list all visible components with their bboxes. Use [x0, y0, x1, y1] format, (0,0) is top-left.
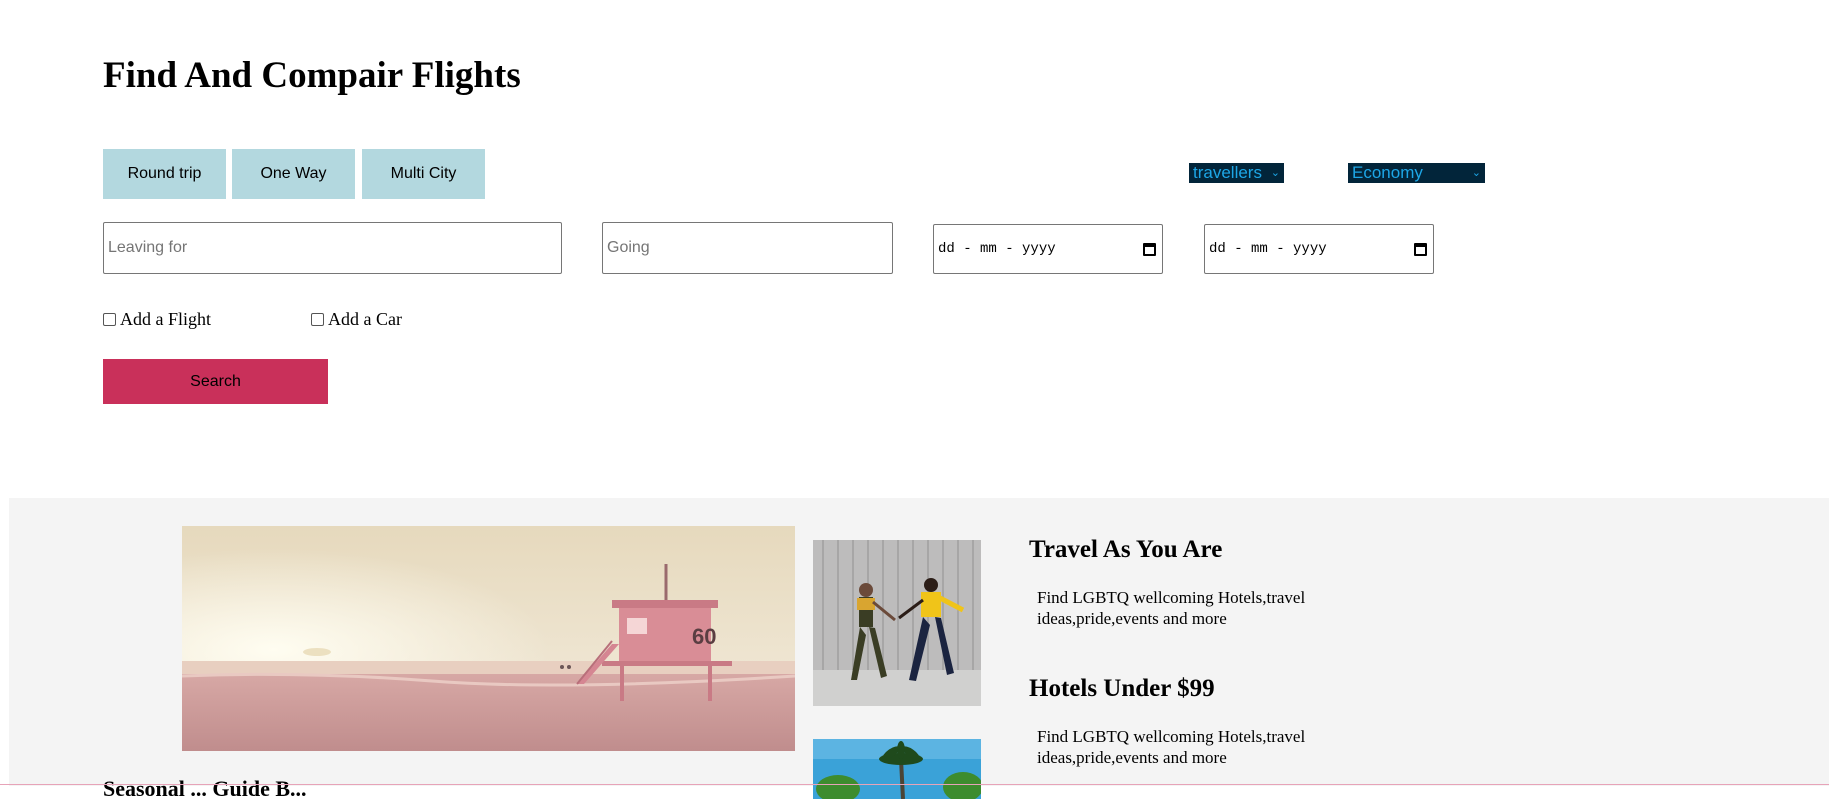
- add-flight-checkbox[interactable]: [103, 313, 116, 326]
- going-input-placeholder: Going: [607, 239, 650, 256]
- page-title: Find And Compair Flights: [103, 55, 521, 96]
- add-car-label: Add a Car: [328, 309, 402, 329]
- search-button[interactable]: Search: [103, 359, 328, 404]
- promo-heading-hotels: Hotels Under $99: [1029, 675, 1215, 702]
- leaving-input[interactable]: Leaving for: [103, 222, 562, 274]
- cabin-select-value: Economy: [1352, 163, 1423, 182]
- add-flight-label: Add a Flight: [120, 309, 212, 329]
- return-date-input[interactable]: dd - mm - yyyy: [1204, 224, 1434, 274]
- calendar-icon[interactable]: [1414, 242, 1427, 256]
- depart-date-value: dd - mm - yyyy: [938, 241, 1056, 257]
- promo-text-hotels: Find LGBTQ wellcoming Hotels,travel idea…: [1037, 727, 1306, 767]
- promo-heading-travel: Travel As You Are: [1029, 536, 1223, 563]
- tab-round-trip[interactable]: Round trip: [103, 149, 226, 199]
- beach-lifeguard-image: 60: [182, 526, 795, 751]
- section-heading-partial: Seasonal ... Guide B...: [103, 776, 307, 801]
- cabin-select[interactable]: Economy ⌄: [1348, 163, 1485, 183]
- travelers-running-image: [813, 540, 981, 706]
- tab-multi-city[interactable]: Multi City: [362, 149, 485, 199]
- add-car-checkbox[interactable]: [311, 313, 324, 326]
- add-car-option: Add a Car: [311, 309, 402, 330]
- bottom-divider: [0, 784, 1829, 785]
- travellers-select-value: travellers: [1193, 163, 1262, 182]
- palm-tree-image: [813, 739, 981, 799]
- calendar-icon[interactable]: [1143, 242, 1156, 256]
- leaving-input-placeholder: Leaving for: [108, 239, 188, 256]
- promo-text-travel: Find LGBTQ wellcoming Hotels,travel idea…: [1037, 588, 1306, 628]
- chevron-down-icon: ⌄: [1471, 167, 1481, 179]
- add-flight-option: Add a Flight: [103, 309, 211, 330]
- svg-text:60: 60: [692, 624, 716, 649]
- tab-one-way[interactable]: One Way: [232, 149, 355, 199]
- depart-date-input[interactable]: dd - mm - yyyy: [933, 224, 1163, 274]
- travellers-select[interactable]: travellers ⌄: [1189, 163, 1284, 183]
- chevron-down-icon: ⌄: [1270, 167, 1280, 179]
- return-date-value: dd - mm - yyyy: [1209, 241, 1327, 257]
- going-input[interactable]: Going: [602, 222, 893, 274]
